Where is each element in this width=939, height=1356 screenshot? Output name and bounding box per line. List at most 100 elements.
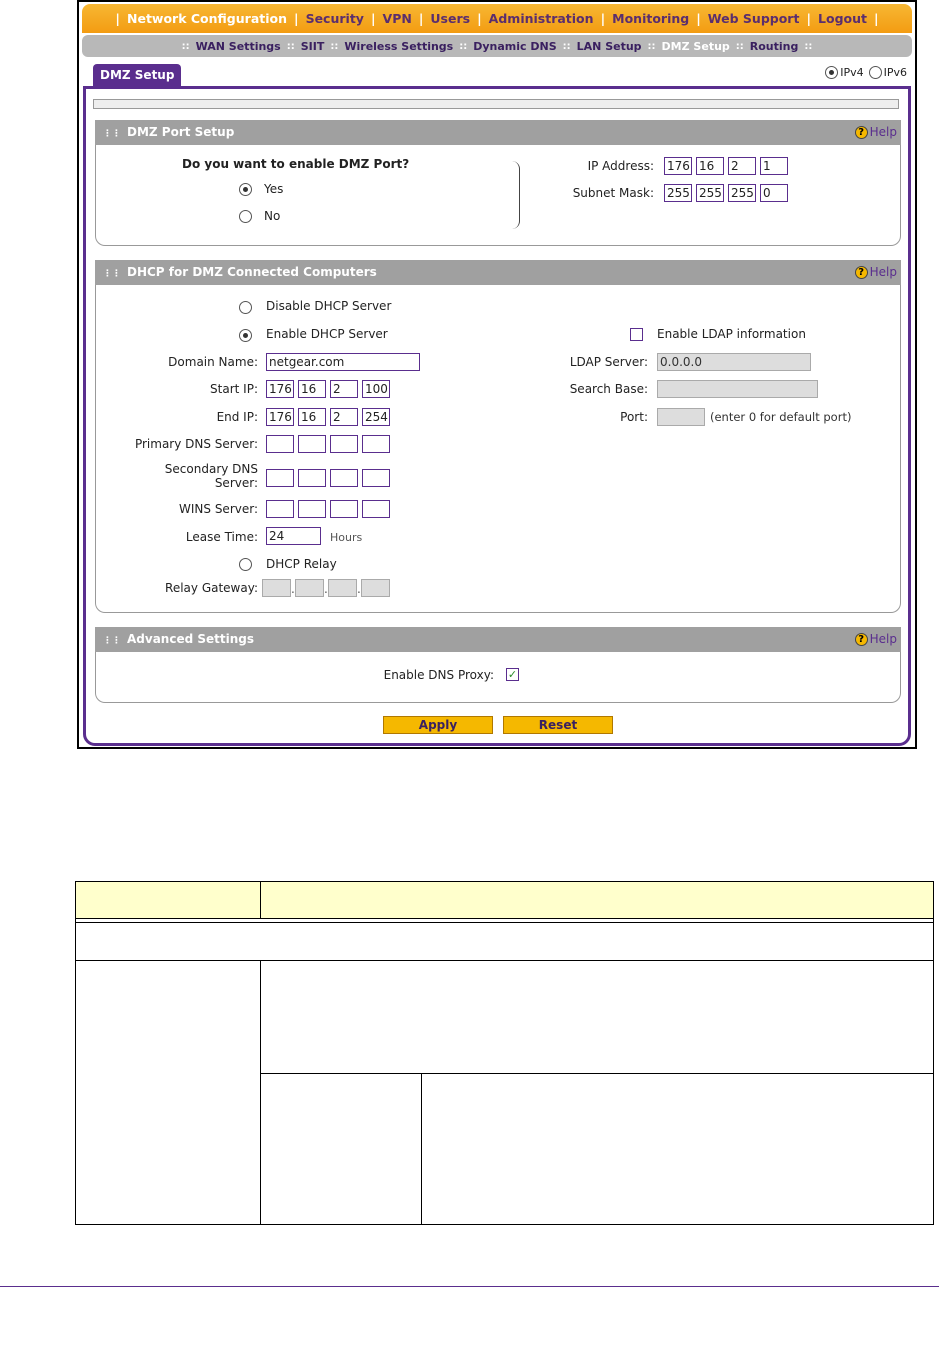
help-label: Help (869, 125, 897, 139)
secondary-dns-octet-1[interactable] (266, 469, 294, 487)
wins-server-octet-2[interactable] (298, 500, 326, 518)
nav-separator: | (600, 11, 606, 26)
ipv4-label: IPv4 (840, 66, 864, 79)
nav-separator: | (115, 11, 120, 26)
start-ip-octet-2[interactable]: 16 (298, 380, 326, 398)
nav-item-wireless-settings[interactable]: Wireless Settings (344, 40, 453, 53)
secondary-dns-octet-2[interactable] (298, 469, 326, 487)
help-label: Help (869, 632, 897, 646)
nav-item-logout[interactable]: Logout (815, 11, 870, 26)
nav-separator: :: (804, 40, 813, 52)
help-icon: ? (854, 266, 868, 279)
secondary-dns-label-line1: Secondary DNS (164, 462, 258, 476)
subnet-mask-octet-2[interactable]: 255 (696, 184, 724, 202)
nav-item-routing[interactable]: Routing (750, 40, 799, 53)
nav-item-network-configuration[interactable]: Network Configuration (124, 11, 290, 26)
dhcp-relay-radio[interactable] (239, 558, 252, 571)
reset-button[interactable]: Reset (503, 716, 613, 734)
nav-separator: | (874, 11, 879, 26)
dmz-yes-radio[interactable] (239, 183, 252, 196)
help-link[interactable]: ? Help (854, 120, 897, 145)
primary-dns-octet-3[interactable] (330, 435, 358, 453)
wins-server-octet-4[interactable] (362, 500, 390, 518)
ip-address-octet-1[interactable]: 176 (664, 157, 692, 175)
ip-address-octet-2[interactable]: 16 (696, 157, 724, 175)
ipv4-radio[interactable] (825, 66, 839, 79)
port-input[interactable] (657, 408, 705, 426)
subnet-mask-octet-1[interactable]: 255 (664, 184, 692, 202)
ldap-server-input[interactable]: 0.0.0.0 (657, 353, 811, 371)
nav-item-web-support[interactable]: Web Support (705, 11, 803, 26)
help-link[interactable]: ? Help (854, 260, 897, 285)
nav-item-dynamic-dns[interactable]: Dynamic DNS (473, 40, 556, 53)
start-ip-octet-1[interactable]: 176 (266, 380, 294, 398)
start-ip-label: Start IP: (210, 382, 258, 396)
nav-item-lan-setup[interactable]: LAN Setup (577, 40, 642, 53)
ldap-server-label: LDAP Server: (569, 355, 648, 369)
nav-separator: :: (735, 40, 744, 52)
relay-gateway-octet-3[interactable] (328, 579, 357, 597)
ip-version-selector: IPv4 IPv6 (825, 66, 907, 79)
ip-address-octet-4[interactable]: 1 (760, 157, 788, 175)
enable-ldap-checkbox[interactable] (630, 328, 643, 341)
tab-dmz-setup[interactable]: DMZ Setup (93, 64, 182, 86)
grip-icon: ⋮⋮ (103, 636, 121, 646)
grip-icon: ⋮⋮ (103, 269, 121, 279)
subnet-mask-label: Subnet Mask: (572, 186, 654, 200)
nav-item-dmz-setup[interactable]: DMZ Setup (662, 40, 730, 53)
end-ip-octet-3[interactable]: 2 (330, 408, 358, 426)
end-ip-octet-4[interactable]: 254 (362, 408, 390, 426)
nav-item-siit[interactable]: SIIT (301, 40, 325, 53)
enable-dhcp-radio[interactable] (239, 329, 252, 342)
relay-gateway-octet-2[interactable] (295, 579, 324, 597)
grip-icon: ⋮⋮ (103, 129, 121, 139)
relay-gateway-octet-1[interactable] (262, 579, 291, 597)
dns-proxy-checkbox[interactable]: ✓ (506, 668, 519, 681)
end-ip-octet-2[interactable]: 16 (298, 408, 326, 426)
nav-item-vpn[interactable]: VPN (380, 11, 415, 26)
apply-button[interactable]: Apply (383, 716, 493, 734)
primary-dns-octet-4[interactable] (362, 435, 390, 453)
primary-dns-octet-1[interactable] (266, 435, 294, 453)
subnet-mask-octet-4[interactable]: 0 (760, 184, 788, 202)
start-ip-octet-3[interactable]: 2 (330, 380, 358, 398)
secondary-dns-octet-3[interactable] (330, 469, 358, 487)
section-title: DMZ Port Setup (127, 125, 235, 139)
primary-dns-octet-2[interactable] (298, 435, 326, 453)
domain-name-input[interactable]: netgear.com (266, 353, 420, 371)
ipv6-radio[interactable] (868, 66, 882, 79)
help-link[interactable]: ? Help (854, 627, 897, 652)
nav-item-wan-settings[interactable]: WAN Settings (196, 40, 281, 53)
port-hint: (enter 0 for default port) (710, 410, 852, 424)
wins-server-octet-3[interactable] (330, 500, 358, 518)
relay-gateway-octet-4[interactable] (361, 579, 390, 597)
start-ip-octet-4[interactable]: 100 (362, 380, 390, 398)
secondary-dns-label: Secondary DNS Server: (96, 462, 258, 490)
disable-dhcp-radio[interactable] (239, 301, 252, 314)
nav-item-monitoring[interactable]: Monitoring (609, 11, 692, 26)
nav-item-administration[interactable]: Administration (486, 11, 597, 26)
lease-unit: Hours (330, 531, 363, 544)
lease-time-input[interactable]: 24 (266, 527, 321, 545)
dhcp-body: Disable DHCP Server Enable DHCP Server D… (95, 285, 901, 613)
enable-ldap-label: Enable LDAP information (657, 327, 806, 341)
secondary-dns-octet-4[interactable] (362, 469, 390, 487)
wins-server-octet-1[interactable] (266, 500, 294, 518)
section-header-dmz-port: ⋮⋮ DMZ Port Setup ? Help (95, 120, 901, 145)
disable-dhcp-label: Disable DHCP Server (266, 299, 392, 313)
ip-address-octet-3[interactable]: 2 (728, 157, 756, 175)
nav-separator: | (370, 11, 376, 26)
nav-separator: | (294, 11, 299, 26)
section-header-advanced: ⋮⋮ Advanced Settings ? Help (95, 627, 901, 652)
subnet-mask-octet-3[interactable]: 255 (728, 184, 756, 202)
dmz-no-radio[interactable] (239, 210, 252, 223)
relay-gateway-label: Relay Gateway: (165, 581, 258, 595)
nav-item-users[interactable]: Users (427, 11, 473, 26)
end-ip-octet-1[interactable]: 176 (266, 408, 294, 426)
table-cell (260, 960, 934, 1074)
nav-separator: | (418, 11, 424, 26)
ip-address-label: IP Address: (587, 159, 654, 173)
search-base-input[interactable] (657, 380, 818, 398)
nav-item-security[interactable]: Security (303, 11, 367, 26)
status-bar (93, 99, 899, 109)
